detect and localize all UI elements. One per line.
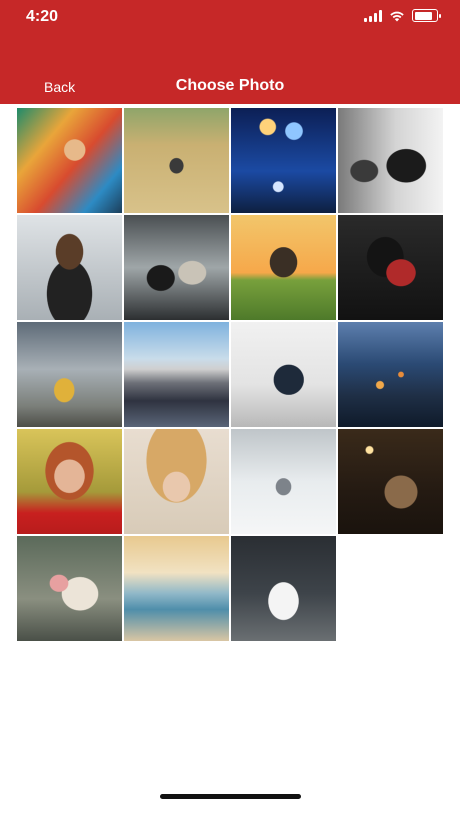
photo-thumbnail-woman-yellow-dress-sky[interactable]	[17, 322, 122, 427]
navigation-header: 4:20 Back Choose Photo	[0, 0, 460, 104]
status-icons	[364, 9, 441, 22]
home-indicator[interactable]	[160, 794, 301, 799]
battery-level	[414, 11, 433, 20]
photo-thumbnail-white-sports-car[interactable]	[231, 536, 336, 641]
photo-thumbnail-child-balloons-night[interactable]	[231, 108, 336, 213]
photo-thumbnail-woman-colorful-wall[interactable]	[17, 108, 122, 213]
photo-thumbnail-dog-wheat-field[interactable]	[124, 108, 229, 213]
photo-thumbnail-couple-train-window[interactable]	[124, 215, 229, 320]
photo-thumbnail-man-long-hair-car[interactable]	[17, 215, 122, 320]
wifi-icon	[390, 11, 404, 21]
photo-thumbnail-couple-string-lights[interactable]	[338, 429, 443, 534]
photo-grid	[17, 108, 444, 641]
photo-thumbnail-tree-sunset-field[interactable]	[231, 215, 336, 320]
photo-thumbnail-mountain-lake-reflection[interactable]	[124, 322, 229, 427]
photo-thumbnail-coastal-village-night[interactable]	[338, 322, 443, 427]
photo-thumbnail-woman-phone-bw[interactable]	[338, 108, 443, 213]
status-time: 4:20	[26, 8, 59, 25]
photo-thumbnail-woman-red-scarf-dark[interactable]	[338, 215, 443, 320]
photo-thumbnail-woman-straw-hat[interactable]	[124, 429, 229, 534]
photo-thumbnail-red-haired-woman-portrait[interactable]	[17, 429, 122, 534]
battery-icon	[412, 9, 441, 22]
photo-thumbnail-surfer-beach-sunset[interactable]	[124, 536, 229, 641]
photo-thumbnail-woman-snowy-forest[interactable]	[231, 429, 336, 534]
photo-thumbnail-laptop-code-desk[interactable]	[231, 322, 336, 427]
signal-icon	[364, 9, 382, 22]
page-title: Choose Photo	[175, 77, 285, 94]
photo-thumbnail-couple-flower-crown[interactable]	[17, 536, 122, 641]
